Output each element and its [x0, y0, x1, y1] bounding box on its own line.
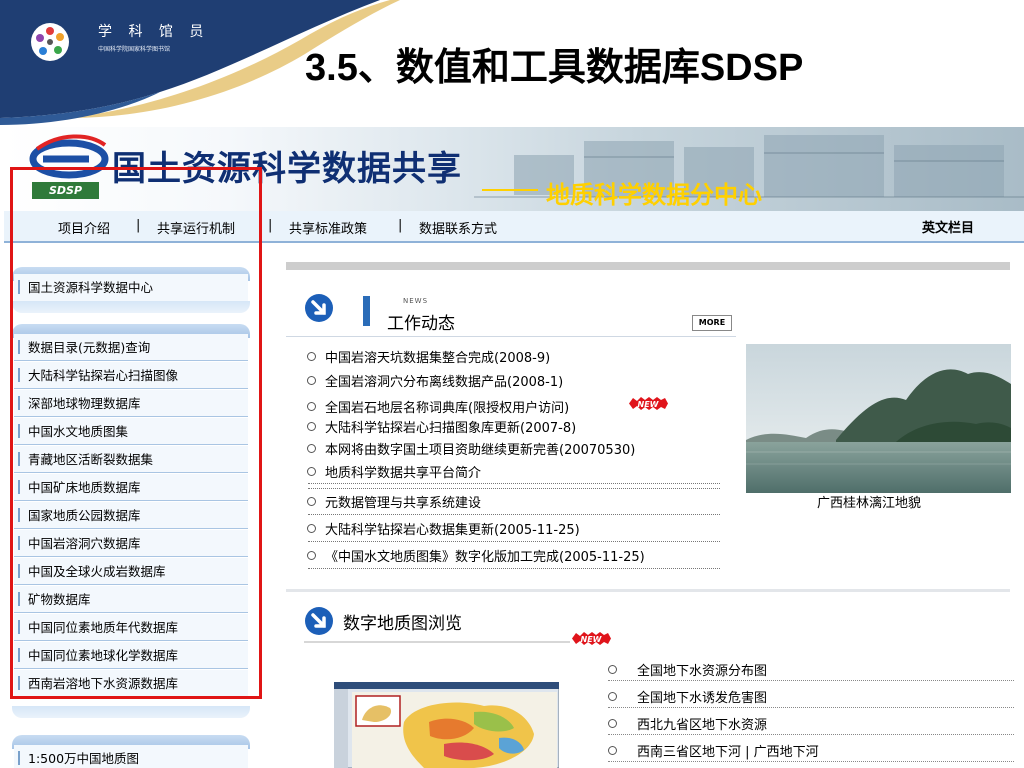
map-thumbnail[interactable]	[334, 682, 559, 768]
arrow-circle-icon	[305, 294, 333, 322]
dotted-divider	[308, 568, 720, 569]
dotted-divider	[608, 680, 1014, 681]
sidebar-foot	[12, 706, 250, 718]
photo-caption: 广西桂林漓江地貌	[817, 496, 922, 511]
new-badge-icon: NEW	[629, 397, 668, 410]
slide-title: 3.5、数值和工具数据库SDSP	[305, 47, 804, 89]
brand-logo-icon	[31, 23, 69, 61]
news-item[interactable]: 中国岩溶天坑数据集整合完成(2008-9)	[307, 347, 550, 366]
map-link[interactable]: 全国地下水诱发危害图	[608, 687, 767, 706]
bullet-icon	[307, 422, 316, 431]
subtitle-dash	[482, 189, 538, 191]
bullet-icon	[608, 746, 617, 755]
highlight-box	[10, 167, 262, 699]
bullet-icon	[608, 719, 617, 728]
news-item[interactable]: 地质科学数据共享平台简介	[307, 462, 481, 481]
more-button[interactable]: MORE	[692, 315, 732, 331]
nav-separator: |	[268, 218, 273, 233]
news-divider	[286, 336, 736, 337]
sidebar-item-geologic-map[interactable]: 1:500万中国地质图	[14, 745, 248, 768]
new-badge-icon: NEW	[572, 632, 611, 645]
landscape-photo	[746, 344, 1011, 493]
bullet-icon	[307, 497, 316, 506]
bullet-icon	[608, 665, 617, 674]
news-item[interactable]: 本网将由数字国土项目资助继续更新完善(20070530)	[307, 439, 635, 458]
dotted-divider	[308, 488, 720, 489]
section-divider	[286, 589, 1010, 592]
news-label: NEWS	[403, 297, 429, 305]
dotted-divider	[608, 707, 1014, 708]
bullet-icon	[307, 467, 316, 476]
map-title-underline	[304, 641, 570, 643]
map-section-title: 数字地质图浏览	[343, 614, 462, 634]
dotted-divider	[308, 483, 720, 484]
nav-english[interactable]: 英文栏目	[922, 217, 974, 236]
bullet-icon	[307, 402, 316, 411]
map-link[interactable]: 西南三省区地下河 | 广西地下河	[608, 741, 819, 760]
dotted-divider	[308, 541, 720, 542]
nav-separator: |	[398, 218, 403, 233]
bullet-icon	[307, 352, 316, 361]
bullet-icon	[307, 444, 316, 453]
website-screenshot: SDSP 国土资源科学数据共享 地质科学数据分中心 项目介绍 | 共享运行机制 …	[4, 127, 1024, 768]
site-subcenter: 地质科学数据分中心	[546, 181, 762, 209]
bullet-icon	[307, 551, 316, 560]
content-top-strip	[286, 262, 1010, 270]
nav-sharing-policy[interactable]: 共享标准政策	[289, 218, 367, 237]
svg-text:NEW: NEW	[638, 400, 660, 409]
news-item[interactable]: 全国岩石地层名称词典库(限授权用户访问)	[307, 397, 569, 416]
brand-title: 学 科 馆 员	[98, 24, 210, 40]
news-item[interactable]: 大陆科学钻探岩心数据集更新(2005-11-25)	[307, 519, 580, 538]
map-link[interactable]: 西北九省区地下水资源	[608, 714, 767, 733]
dotted-divider	[608, 734, 1014, 735]
news-item[interactable]: 元数据管理与共享系统建设	[307, 492, 481, 511]
brand-subtitle: 中国科学院国家科学图书馆	[98, 46, 171, 53]
bullet-icon	[307, 376, 316, 385]
bullet-icon	[307, 524, 316, 533]
news-title: 工作动态	[387, 314, 455, 334]
map-link[interactable]: 全国地下水资源分布图	[608, 660, 767, 679]
news-item[interactable]: 《中国水文地质图集》数字化版加工完成(2005-11-25)	[307, 546, 645, 565]
news-accent-bar	[363, 296, 370, 326]
news-item[interactable]: 大陆科学钻探岩心扫描图象库更新(2007-8)	[307, 417, 576, 436]
dotted-divider	[608, 761, 1014, 762]
news-item[interactable]: 全国岩溶洞穴分布离线数据产品(2008-1)	[307, 371, 563, 390]
dotted-divider	[308, 514, 720, 515]
nav-contact[interactable]: 数据联系方式	[419, 218, 497, 237]
arrow-circle-icon	[305, 607, 333, 635]
svg-text:NEW: NEW	[581, 635, 603, 644]
bullet-icon	[608, 692, 617, 701]
